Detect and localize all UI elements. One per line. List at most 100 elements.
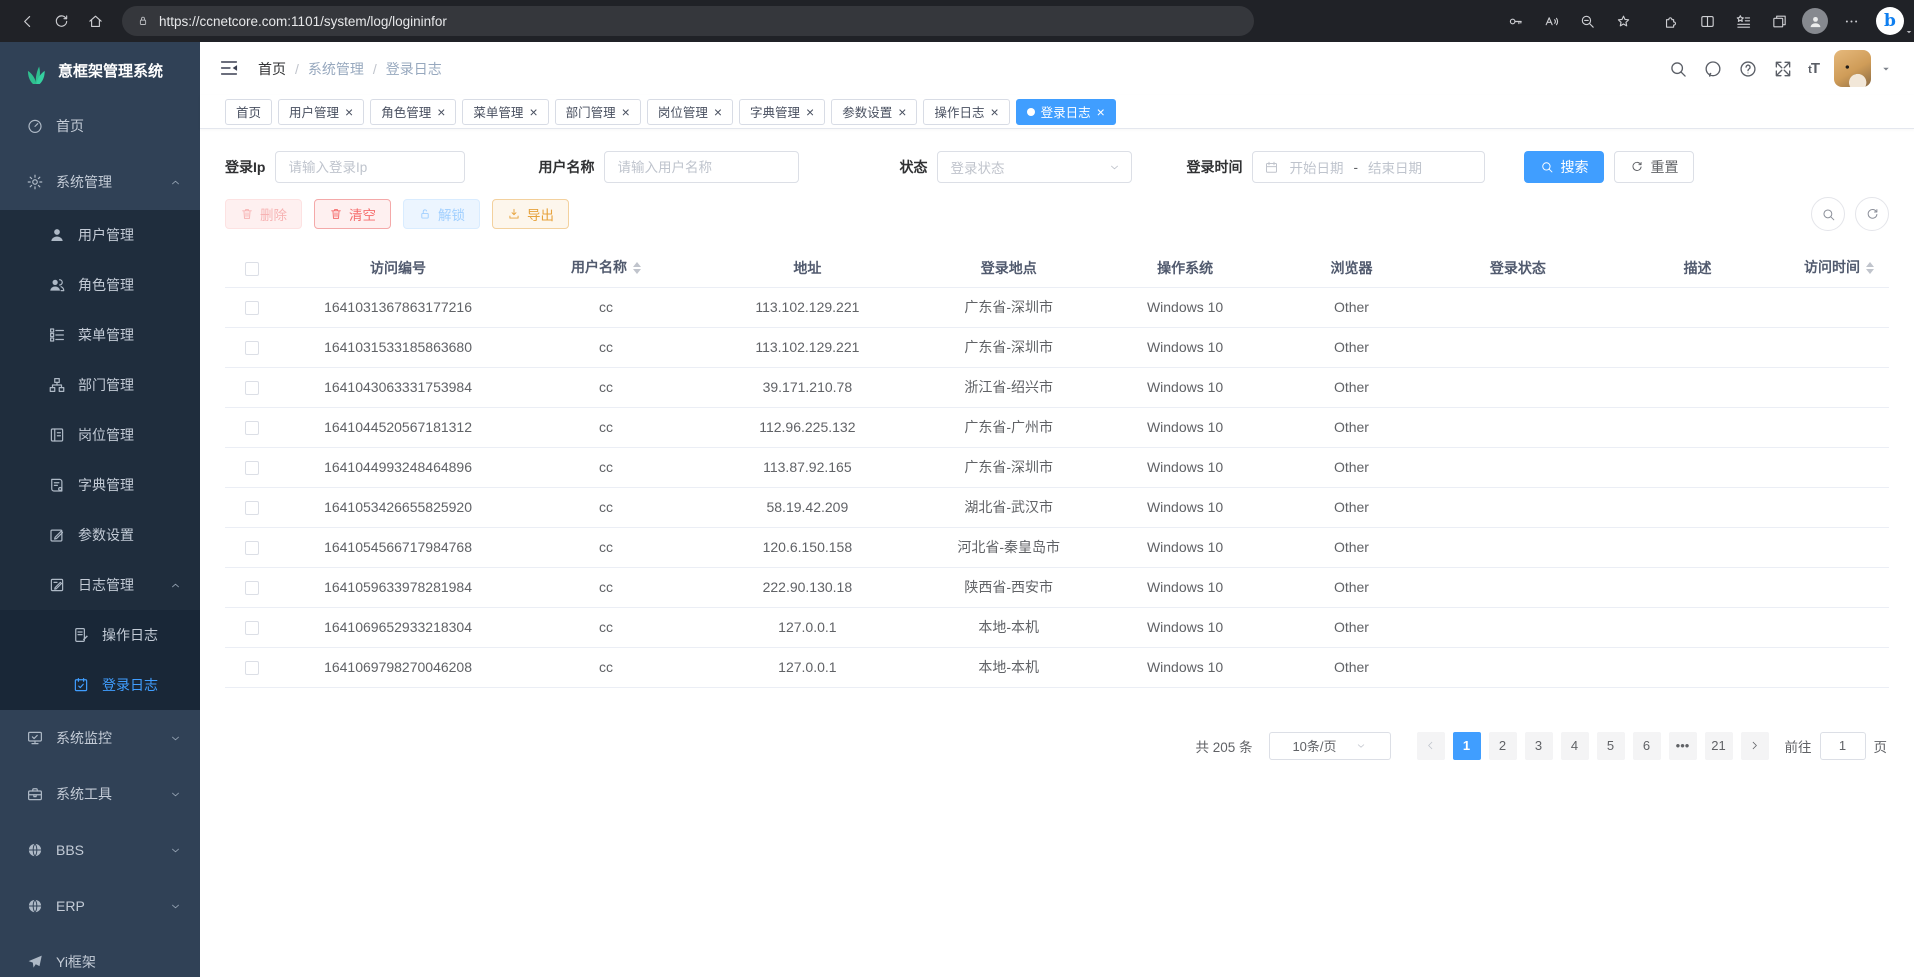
page-button-3[interactable]: 3 bbox=[1525, 732, 1553, 760]
search-icon[interactable] bbox=[1668, 59, 1688, 79]
close-icon[interactable]: × bbox=[714, 105, 722, 119]
tab-用户管理[interactable]: 用户管理× bbox=[278, 99, 364, 125]
sidebar-fold-icon[interactable] bbox=[218, 57, 242, 81]
page-button-4[interactable]: 4 bbox=[1561, 732, 1589, 760]
select-all-checkbox[interactable] bbox=[245, 262, 259, 276]
row-checkbox[interactable] bbox=[245, 381, 259, 395]
sidebar-item-菜单管理[interactable]: 菜单管理 bbox=[0, 310, 200, 360]
page-button-21[interactable]: 21 bbox=[1705, 732, 1733, 760]
column-header-用户名称[interactable]: 用户名称 bbox=[518, 249, 694, 287]
collections-icon[interactable] bbox=[1762, 4, 1796, 38]
address-bar[interactable]: https://ccnetcore.com:1101/system/log/lo… bbox=[122, 6, 1254, 36]
tab-部门管理[interactable]: 部门管理× bbox=[555, 99, 641, 125]
status-select[interactable]: 登录状态 bbox=[937, 151, 1132, 183]
breadcrumb-item-首页[interactable]: 首页 bbox=[258, 59, 286, 79]
split-screen-icon[interactable] bbox=[1690, 4, 1724, 38]
page-button-2[interactable]: 2 bbox=[1489, 732, 1517, 760]
search-button[interactable]: 搜索 bbox=[1524, 151, 1604, 183]
tab-字典管理[interactable]: 字典管理× bbox=[739, 99, 825, 125]
unlock-button[interactable]: 解锁 bbox=[403, 199, 480, 229]
sidebar-item-登录日志[interactable]: 登录日志 bbox=[0, 660, 200, 710]
breadcrumb-item-系统管理[interactable]: 系统管理 bbox=[308, 59, 364, 79]
clear-button[interactable]: 清空 bbox=[314, 199, 391, 229]
github-icon[interactable] bbox=[1703, 59, 1723, 79]
row-checkbox[interactable] bbox=[245, 661, 259, 675]
sidebar-item-岗位管理[interactable]: 岗位管理 bbox=[0, 410, 200, 460]
extensions-icon[interactable] bbox=[1654, 4, 1688, 38]
sidebar-item-首页[interactable]: 首页 bbox=[0, 98, 200, 154]
sidebar-item-日志管理[interactable]: 日志管理 bbox=[0, 560, 200, 610]
sort-carets-icon[interactable] bbox=[1866, 258, 1874, 278]
next-page-button[interactable] bbox=[1741, 732, 1769, 760]
sort-carets-icon[interactable] bbox=[633, 258, 641, 278]
username-input[interactable] bbox=[604, 151, 799, 183]
sidebar-item-用户管理[interactable]: 用户管理 bbox=[0, 210, 200, 260]
sidebar-item-部门管理[interactable]: 部门管理 bbox=[0, 360, 200, 410]
close-icon[interactable]: × bbox=[345, 105, 353, 119]
zoom-icon[interactable] bbox=[1570, 4, 1604, 38]
row-checkbox[interactable] bbox=[245, 301, 259, 315]
row-checkbox[interactable] bbox=[245, 341, 259, 355]
column-header-访问时间[interactable]: 访问时间 bbox=[1789, 249, 1889, 287]
more-pages-button[interactable]: ••• bbox=[1669, 732, 1697, 760]
close-icon[interactable]: × bbox=[1097, 105, 1105, 119]
read-aloud-icon[interactable] bbox=[1534, 4, 1568, 38]
reload-icon[interactable] bbox=[44, 4, 78, 38]
favorites-bar-icon[interactable] bbox=[1726, 4, 1760, 38]
sidebar-item-系统监控[interactable]: 系统监控 bbox=[0, 710, 200, 766]
row-checkbox[interactable] bbox=[245, 621, 259, 635]
tab-岗位管理[interactable]: 岗位管理× bbox=[647, 99, 733, 125]
close-icon[interactable]: × bbox=[898, 105, 906, 119]
sidebar-item-字典管理[interactable]: 字典管理 bbox=[0, 460, 200, 510]
home-icon[interactable] bbox=[78, 4, 112, 38]
close-icon[interactable]: × bbox=[990, 105, 998, 119]
page-size-select[interactable]: 10条/页 bbox=[1269, 732, 1391, 760]
font-size-icon[interactable]: tT bbox=[1808, 60, 1819, 77]
key-icon[interactable] bbox=[1498, 4, 1532, 38]
page-button-6[interactable]: 6 bbox=[1633, 732, 1661, 760]
copilot-icon[interactable]: b bbox=[1876, 7, 1904, 35]
row-checkbox[interactable] bbox=[245, 461, 259, 475]
close-icon[interactable]: × bbox=[806, 105, 814, 119]
sidebar-item-参数设置[interactable]: 参数设置 bbox=[0, 510, 200, 560]
page-button-1[interactable]: 1 bbox=[1453, 732, 1481, 760]
delete-button[interactable]: 删除 bbox=[225, 199, 302, 229]
tab-首页[interactable]: 首页 bbox=[225, 99, 272, 125]
row-checkbox[interactable] bbox=[245, 541, 259, 555]
refresh-table-button[interactable] bbox=[1855, 197, 1889, 231]
breadcrumb-item-登录日志[interactable]: 登录日志 bbox=[386, 59, 442, 79]
tab-参数设置[interactable]: 参数设置× bbox=[831, 99, 917, 125]
sidebar-item-Yi框架[interactable]: Yi框架 bbox=[0, 934, 200, 977]
reset-button[interactable]: 重置 bbox=[1614, 151, 1694, 183]
sidebar-item-系统管理[interactable]: 系统管理 bbox=[0, 154, 200, 210]
page-button-5[interactable]: 5 bbox=[1597, 732, 1625, 760]
tab-菜单管理[interactable]: 菜单管理× bbox=[462, 99, 548, 125]
toggle-search-button[interactable] bbox=[1811, 197, 1845, 231]
sidebar-item-系统工具[interactable]: 系统工具 bbox=[0, 766, 200, 822]
date-range-picker[interactable]: 开始日期 - 结束日期 bbox=[1252, 151, 1485, 183]
close-icon[interactable]: × bbox=[529, 105, 537, 119]
tab-角色管理[interactable]: 角色管理× bbox=[370, 99, 456, 125]
sidebar-item-BBS[interactable]: BBS bbox=[0, 822, 200, 878]
export-button[interactable]: 导出 bbox=[492, 199, 569, 229]
tab-操作日志[interactable]: 操作日志× bbox=[923, 99, 1009, 125]
sidebar-item-操作日志[interactable]: 操作日志 bbox=[0, 610, 200, 660]
fullscreen-icon[interactable] bbox=[1773, 59, 1793, 79]
sidebar-item-角色管理[interactable]: 角色管理 bbox=[0, 260, 200, 310]
sidebar-item-ERP[interactable]: ERP bbox=[0, 878, 200, 934]
user-avatar[interactable] bbox=[1834, 50, 1871, 87]
login-ip-input[interactable] bbox=[275, 151, 465, 183]
goto-page-input[interactable] bbox=[1820, 732, 1866, 760]
tab-登录日志[interactable]: 登录日志× bbox=[1016, 99, 1116, 125]
more-icon[interactable] bbox=[1834, 4, 1868, 38]
question-icon[interactable] bbox=[1738, 59, 1758, 79]
close-icon[interactable]: × bbox=[622, 105, 630, 119]
prev-page-button[interactable] bbox=[1417, 732, 1445, 760]
profile-icon[interactable] bbox=[1798, 4, 1832, 38]
favorites-icon[interactable] bbox=[1606, 4, 1640, 38]
row-checkbox[interactable] bbox=[245, 421, 259, 435]
close-icon[interactable]: × bbox=[437, 105, 445, 119]
row-checkbox[interactable] bbox=[245, 501, 259, 515]
caret-down-icon[interactable] bbox=[1880, 63, 1892, 75]
back-icon[interactable] bbox=[10, 4, 44, 38]
